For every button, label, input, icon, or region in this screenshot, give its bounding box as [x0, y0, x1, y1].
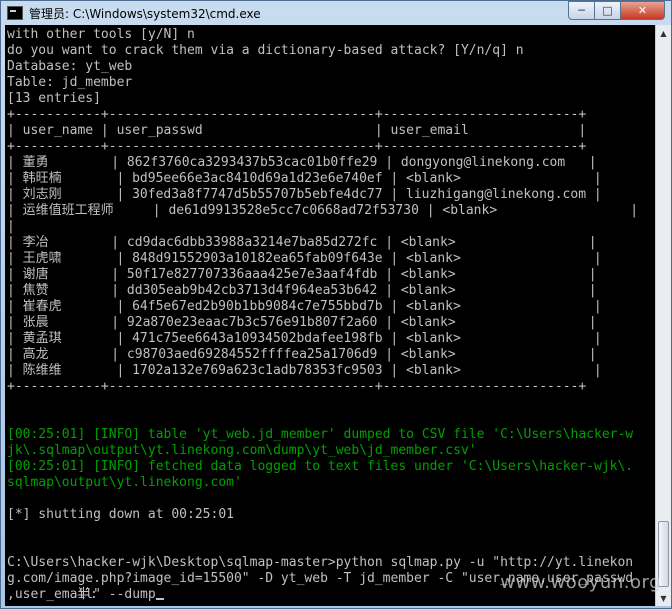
- console-line: | 崔春虎 | 64f5e67ed2b90b1bb9084c7e755bbd7b…: [7, 299, 653, 315]
- console-line-text: | user_name | user_passwd | user_email |: [7, 123, 587, 138]
- console-line: | 焦赞 | dd305eab9b42cb3713d4f964ea53b642 …: [7, 283, 653, 299]
- console-line: jk\.sqlmap\output\yt.linekong.com\dump\y…: [7, 443, 653, 459]
- minimize-button[interactable]: ─: [568, 1, 595, 20]
- console-line: C:\Users\hacker-wjk\Desktop\sqlmap-maste…: [7, 555, 653, 571]
- console-line-text: | 崔春虎 | 64f5e67ed2b90b1bb9084c7e755bbd7b…: [7, 299, 602, 314]
- console-line-text: [13 entries]: [7, 91, 101, 106]
- console-line: | 董勇 | 862f3760ca3293437b53cac01b0ffe29 …: [7, 155, 653, 171]
- console-line-text: +-----------+---------------------------…: [7, 139, 587, 154]
- console-line: Table: jd_member: [7, 75, 653, 91]
- console-line-text: | 张晨 | 92a870e23eaac7b3c576e91b807f2a60 …: [7, 315, 597, 330]
- console-line-text: | 王虎啸 | 848d91552903a10182ea65fab09f643e…: [7, 251, 602, 266]
- console-line-text: Database: yt_web: [7, 59, 133, 74]
- console-line: | 张晨 | 92a870e23eaac7b3c576e91b807f2a60 …: [7, 315, 653, 331]
- console-line: sqlmap\output\yt.linekong.com': [7, 475, 653, 491]
- scroll-up-icon[interactable]: ▲: [656, 25, 671, 41]
- cmd-window: 管理员: C:\Windows\system32\cmd.exe ─ □ ✕ w…: [0, 0, 672, 609]
- console-line-text: |: [7, 219, 15, 234]
- console-line-text: | 刘志刚 | 30fed3a8f7747d5b55707b5ebfe4dc77…: [7, 187, 602, 202]
- console-line-text: Table: jd_member: [7, 75, 133, 90]
- console-line-text: +-----------+---------------------------…: [7, 379, 587, 394]
- console-line-text: jk\.sqlmap\output\yt.linekong.com\dump\y…: [7, 443, 477, 458]
- console-line: | 谢唐 | 50f17e827707336aaa425e7e3aaf4fdb …: [7, 267, 653, 283]
- console-output[interactable]: with other tools [y/N] n do you want to c…: [5, 25, 655, 606]
- console-line: | 运维值班工程师 | de61d9913528e5cc7c0668ad72f5…: [7, 203, 653, 219]
- console-line-text: +-----------+---------------------------…: [7, 107, 587, 122]
- window-title: 管理员: C:\Windows\system32\cmd.exe: [29, 6, 261, 21]
- console-line-text: | 运维值班工程师 | de61d9913528e5cc7c0668ad72f5…: [7, 203, 639, 218]
- vertical-scrollbar[interactable]: ▲ ▼: [655, 25, 671, 606]
- console-lines: with other tools [y/N] n do you want to c…: [7, 27, 653, 603]
- console-line-text: [00:25:01] [INFO] fetched data logged to…: [7, 459, 634, 474]
- console-line-text: do you want to crack them via a dictiona…: [7, 43, 524, 58]
- console-line: +-----------+---------------------------…: [7, 107, 653, 123]
- console-line: | 李冶 | cd9dac6dbb33988a3214e7ba85d272fc …: [7, 235, 653, 251]
- console-line: [00:25:01] [INFO] fetched data logged to…: [7, 459, 653, 475]
- console-line: do you want to crack them via a dictiona…: [7, 43, 653, 59]
- console-line-text: | 谢唐 | 50f17e827707336aaa425e7e3aaf4fdb …: [7, 267, 597, 282]
- window-controls: ─ □ ✕: [568, 1, 665, 21]
- watermark: www.wooyun.org: [500, 572, 661, 593]
- console-line-text: | 李冶 | cd9dac6dbb33988a3214e7ba85d272fc …: [7, 235, 597, 250]
- console-line: | 陈维维 | 1702a132e769a623c1adb78353fc9503…: [7, 363, 653, 379]
- console-line: |: [7, 219, 653, 235]
- console-line-text: | 黄孟琪 | 471c75ee6643a10934502bdafee198fb…: [7, 331, 602, 346]
- console-line-text: [*] shutting down at 00:25:01: [7, 507, 234, 522]
- ime-status: 半:: [77, 587, 98, 602]
- console-line-text: | 韩旺楠 | bd95ee66e3ac8410d69a1d23e6e740ef…: [7, 171, 602, 186]
- console-line-text: | 焦赞 | dd305eab9b42cb3713d4f964ea53b642 …: [7, 283, 597, 298]
- console-line: Database: yt_web: [7, 59, 653, 75]
- console-line: | 王虎啸 | 848d91552903a10182ea65fab09f643e…: [7, 251, 653, 267]
- console-line-text: C:\Users\hacker-wjk\Desktop\sqlmap-maste…: [7, 555, 634, 570]
- console-line: [13 entries]: [7, 91, 653, 107]
- console-line-text: | 高龙 | c98703aed69284552ffffea25a1706d9 …: [7, 347, 597, 362]
- console-line-text: sqlmap\output\yt.linekong.com': [7, 475, 242, 490]
- console-line: with other tools [y/N] n: [7, 27, 653, 43]
- console-line: | 高龙 | c98703aed69284552ffffea25a1706d9 …: [7, 347, 653, 363]
- console-line: +-----------+---------------------------…: [7, 379, 653, 395]
- console-line: | 黄孟琪 | 471c75ee6643a10934502bdafee198fb…: [7, 331, 653, 347]
- console-line-text: | 陈维维 | 1702a132e769a623c1adb78353fc9503…: [7, 363, 602, 378]
- console-line-text: [00:25:01] [INFO] table 'yt_web.jd_membe…: [7, 427, 634, 442]
- console-line: [00:25:01] [INFO] table 'yt_web.jd_membe…: [7, 427, 653, 443]
- maximize-button[interactable]: □: [595, 1, 621, 20]
- console-line-text: with other tools [y/N] n: [7, 27, 195, 42]
- console-line: | 刘志刚 | 30fed3a8f7747d5b55707b5ebfe4dc77…: [7, 187, 653, 203]
- console-line: +-----------+---------------------------…: [7, 139, 653, 155]
- console-line-text: | 董勇 | 862f3760ca3293437b53cac01b0ffe29 …: [7, 155, 597, 170]
- console-line: | 韩旺楠 | bd95ee66e3ac8410d69a1d23e6e740ef…: [7, 171, 653, 187]
- cmd-app-icon[interactable]: [7, 6, 23, 20]
- console-line: | user_name | user_passwd | user_email |: [7, 123, 653, 139]
- text-cursor: [155, 598, 164, 600]
- console-line: [*] shutting down at 00:25:01: [7, 507, 653, 523]
- close-button[interactable]: ✕: [621, 1, 665, 20]
- title-bar[interactable]: 管理员: C:\Windows\system32\cmd.exe ─ □ ✕: [1, 1, 671, 25]
